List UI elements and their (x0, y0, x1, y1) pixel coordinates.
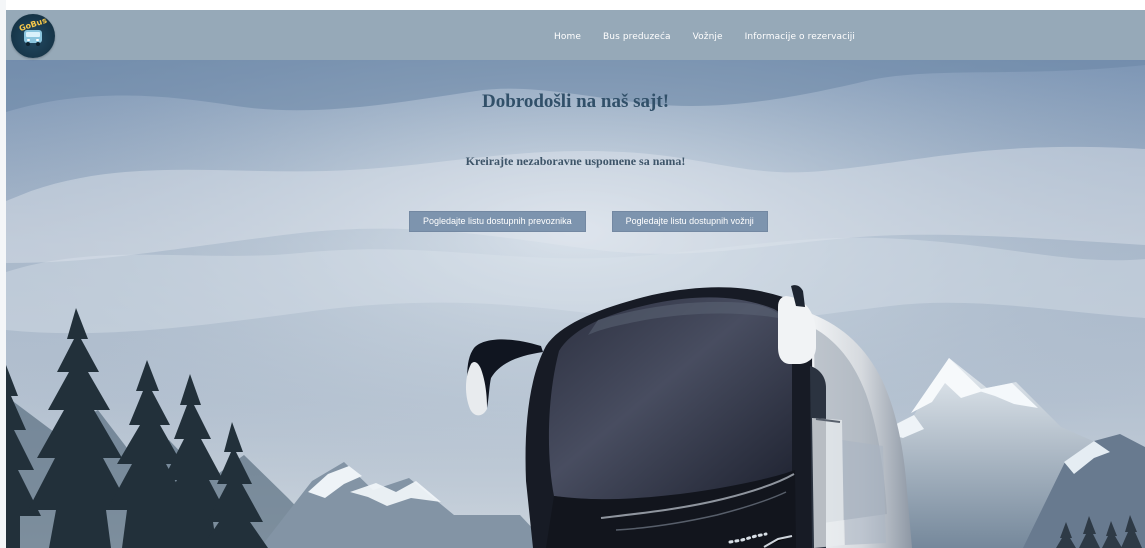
nav-rides-link[interactable]: Vožnje (693, 33, 723, 42)
view-carriers-button[interactable]: Pogledajte listu dostupnih prevoznika (409, 211, 586, 232)
nav-bus-companies-link[interactable]: Bus preduzeća (603, 33, 671, 42)
page: GoBus Home Bus preduzeća Vožnje Informac… (0, 0, 1145, 548)
left-frame (0, 0, 6, 548)
page-title: Dobrodošli na naš sajt! (481, 91, 670, 112)
nav-home-link[interactable]: Home (554, 33, 581, 42)
main-navigation: Home Bus preduzeća Vožnje Informacije o … (554, 33, 855, 42)
top-frame (0, 0, 1145, 10)
site-logo[interactable]: GoBus (11, 14, 55, 58)
nav-reservation-info-link[interactable]: Informacije o rezervaciji (745, 33, 855, 42)
view-rides-button[interactable]: Pogledajte listu dostupnih vožnji (611, 211, 768, 232)
hero-section: Dobrodošli na naš sajt! Kreirajte nezabo… (6, 60, 1145, 548)
hero-subtitle: Kreirajte nezaboravne uspomene sa nama! (465, 154, 686, 168)
top-navbar: GoBus Home Bus preduzeća Vožnje Informac… (6, 10, 1145, 60)
bus-mountain-background-image (6, 60, 1145, 548)
hero-button-group: Pogledajte listu dostupnih prevoznika Po… (409, 211, 768, 232)
